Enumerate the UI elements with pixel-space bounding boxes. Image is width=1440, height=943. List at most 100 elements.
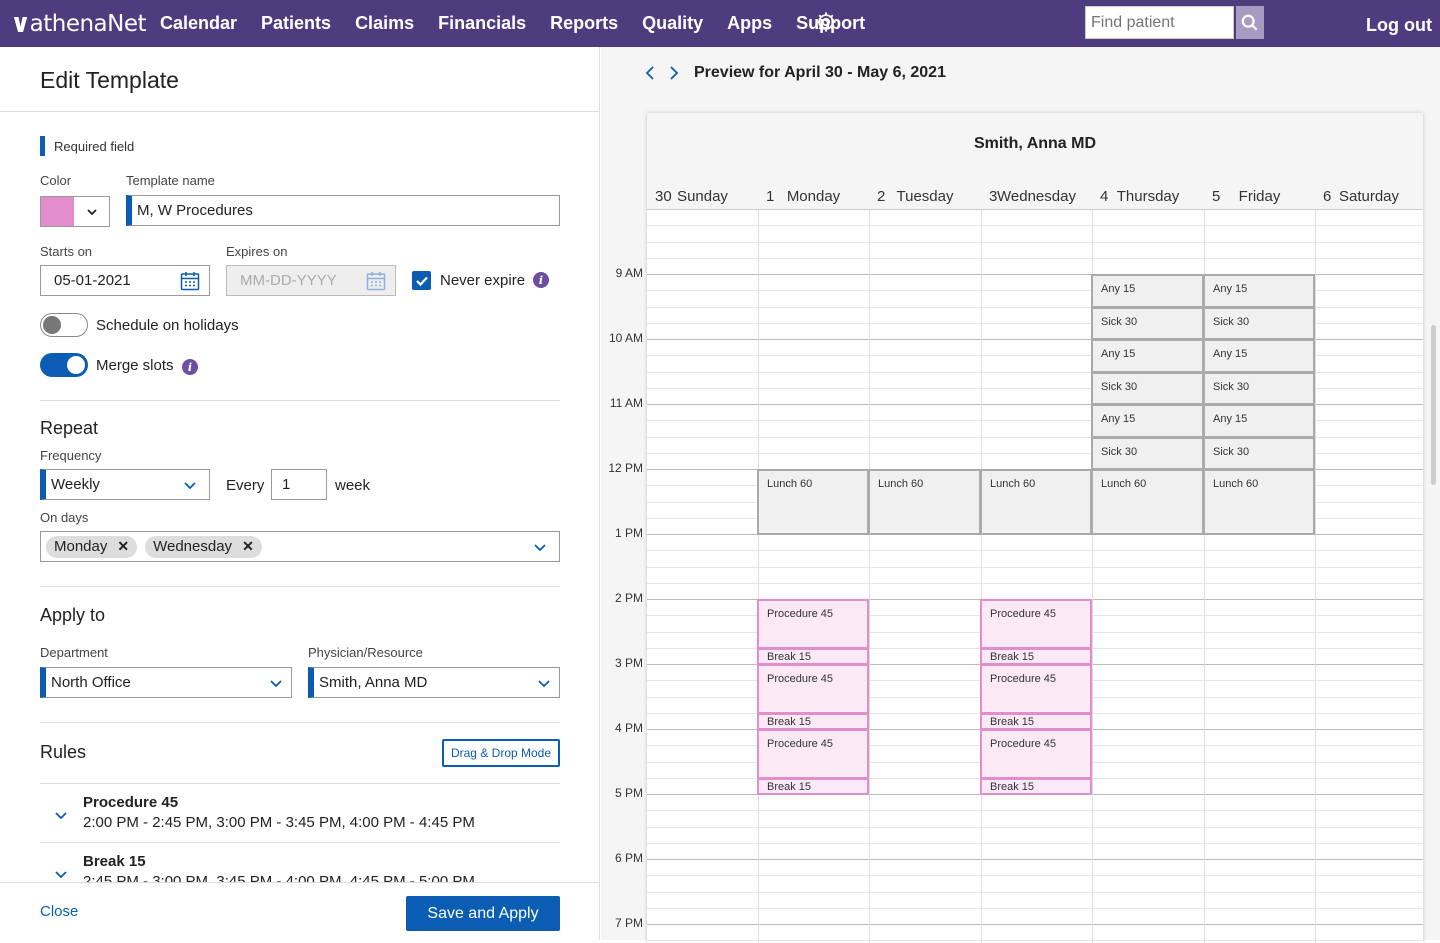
chevron-down-icon [534, 544, 546, 552]
close-link[interactable]: Close [40, 903, 78, 920]
schedule-slot[interactable]: Any 15 [1091, 404, 1204, 438]
day-name: Sunday [677, 188, 728, 205]
schedule-slot[interactable]: Lunch 60 [757, 469, 869, 535]
column-divider [1315, 210, 1316, 943]
every-input[interactable]: 1 [271, 469, 327, 500]
schedule-holidays-toggle[interactable] [40, 313, 88, 337]
scrollbar[interactable] [1431, 325, 1436, 485]
top-nav: ∨ athenaNet Calendar Patients Claims Fina… [0, 0, 1440, 47]
color-picker[interactable] [40, 196, 110, 227]
rule-times: 2:00 PM - 2:45 PM, 3:00 PM - 3:45 PM, 4:… [83, 814, 475, 831]
drag-drop-mode-button[interactable]: Drag & Drop Mode [442, 739, 560, 767]
expires-on-input: MM-DD-YYYY [226, 265, 396, 296]
grid-line [647, 843, 1423, 844]
repeat-title: Repeat [40, 418, 99, 438]
remove-icon[interactable]: ✕ [242, 538, 254, 555]
schedule-slot[interactable]: Break 15 [980, 712, 1092, 730]
schedule-slot[interactable]: Any 15 [1091, 339, 1204, 373]
schedule-slot[interactable]: Break 15 [757, 712, 869, 730]
hour-label: 9 AM [615, 266, 643, 280]
athenanet-logo[interactable]: ∨ athenaNet [10, 9, 147, 39]
rule-title: Procedure 45 [83, 794, 179, 811]
physician-label: Physician/Resource [308, 645, 423, 660]
schedule-slot[interactable]: Sick 30 [1091, 436, 1204, 470]
schedule-holidays-label: Schedule on holidays [96, 317, 239, 334]
frequency-select[interactable]: Weekly [40, 469, 210, 500]
save-and-apply-button[interactable]: Save and Apply [406, 896, 560, 931]
calendar-icon[interactable] [180, 271, 200, 291]
schedule-slot[interactable]: Break 15 [980, 647, 1092, 665]
divider [40, 586, 560, 587]
remove-icon[interactable]: ✕ [117, 538, 129, 555]
schedule-slot[interactable]: Break 15 [757, 777, 869, 795]
hour-label: 12 PM [608, 461, 643, 475]
nav-patients[interactable]: Patients [249, 0, 343, 47]
schedule-slot[interactable]: Sick 30 [1203, 306, 1315, 340]
schedule-slot[interactable]: Break 15 [980, 777, 1092, 795]
nav-quality[interactable]: Quality [630, 0, 715, 47]
panel-title: Edit Template [40, 67, 179, 93]
grid-line [647, 859, 1423, 860]
edit-template-panel: Edit Template Required field Color Templ… [0, 47, 600, 940]
day-name: Monday [786, 188, 841, 205]
schedule-slot[interactable]: Any 15 [1203, 274, 1315, 308]
starts-on-input[interactable]: 05-01-2021 [40, 265, 210, 296]
gear-icon[interactable] [815, 11, 837, 33]
schedule-slot[interactable]: Any 15 [1203, 404, 1315, 438]
schedule-slot[interactable]: Any 15 [1203, 339, 1315, 373]
search-button[interactable] [1236, 6, 1264, 39]
schedule-slot[interactable]: Sick 30 [1091, 306, 1204, 340]
hour-label: 4 PM [614, 721, 643, 735]
rule-item[interactable]: Procedure 45 2:00 PM - 2:45 PM, 3:00 PM … [40, 783, 560, 842]
schedule-slot[interactable]: Procedure 45 [757, 729, 869, 779]
find-patient-input[interactable] [1085, 6, 1234, 39]
schedule-slot[interactable]: Procedure 45 [757, 599, 869, 649]
schedule-slot[interactable]: Procedure 45 [757, 664, 869, 714]
physician-select[interactable]: Smith, Anna MD [308, 667, 560, 698]
never-expire-checkbox[interactable] [412, 271, 431, 290]
schedule-slot[interactable]: Procedure 45 [980, 729, 1092, 779]
schedule-slot[interactable]: Any 15 [1091, 274, 1204, 308]
nav-claims[interactable]: Claims [343, 0, 426, 47]
chevron-down-icon[interactable] [54, 867, 68, 881]
color-swatch [41, 197, 74, 226]
nav-calendar[interactable]: Calendar [148, 0, 249, 47]
every-label: Every [226, 477, 265, 494]
template-name-input[interactable]: M, W Procedures [126, 195, 560, 226]
chevron-down-icon [184, 482, 196, 490]
grid-line [647, 550, 1423, 551]
grid-line [647, 827, 1423, 828]
hour-label: 10 AM [608, 331, 643, 345]
schedule-slot[interactable]: Sick 30 [1203, 371, 1315, 405]
info-icon[interactable]: i [533, 272, 549, 288]
preview-title: Preview for April 30 - May 6, 2021 [694, 64, 946, 81]
logout-link[interactable]: Log out [1366, 0, 1432, 50]
rule-title: Break 15 [83, 853, 146, 870]
schedule-slot[interactable]: Lunch 60 [1091, 469, 1204, 535]
schedule-slot[interactable]: Lunch 60 [1203, 469, 1315, 535]
department-select[interactable]: North Office [40, 667, 292, 698]
chevron-left-icon[interactable] [643, 65, 659, 81]
day-name: Friday [1238, 188, 1281, 205]
grid-line [647, 567, 1423, 568]
hour-label: 1 PM [614, 526, 643, 540]
nav-reports[interactable]: Reports [538, 0, 630, 47]
schedule-slot[interactable]: Sick 30 [1203, 436, 1315, 470]
chevron-down-icon[interactable] [54, 808, 68, 822]
on-days-multiselect[interactable]: Monday ✕ Wednesday ✕ [40, 531, 560, 562]
week-label: week [335, 477, 371, 494]
schedule-slot[interactable]: Lunch 60 [980, 469, 1092, 535]
schedule-slot[interactable]: Lunch 60 [868, 469, 981, 535]
schedule-slot[interactable]: Procedure 45 [980, 664, 1092, 714]
chevron-down-icon [86, 208, 97, 215]
day-name: Saturday [1338, 188, 1400, 205]
schedule-slot[interactable]: Sick 30 [1091, 371, 1204, 405]
schedule-slot[interactable]: Break 15 [757, 647, 869, 665]
nav-apps[interactable]: Apps [715, 0, 784, 47]
nav-financials[interactable]: Financials [426, 0, 538, 47]
column-divider [758, 210, 759, 943]
schedule-slot[interactable]: Procedure 45 [980, 599, 1092, 649]
info-icon[interactable]: i [182, 359, 198, 375]
merge-slots-toggle[interactable] [40, 353, 88, 377]
chevron-right-icon[interactable] [665, 65, 681, 81]
